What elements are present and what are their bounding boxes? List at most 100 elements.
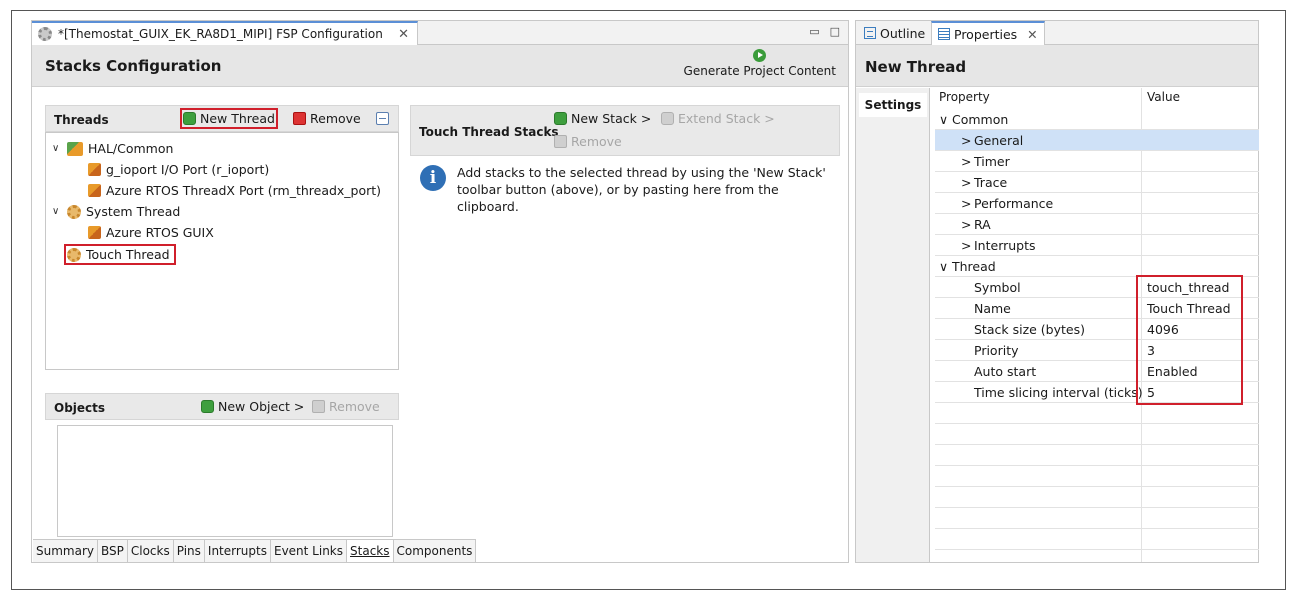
tab-outline[interactable]: Outline	[858, 21, 931, 45]
remove-thread-button[interactable]: Remove	[293, 111, 361, 126]
highlight-box-thread-values	[1136, 275, 1243, 405]
property-name: Trace	[974, 175, 1008, 190]
objects-list	[57, 425, 393, 537]
editor-bottom-tabs: Summary BSP Clocks Pins Interrupts Event…	[33, 539, 477, 563]
property-name: Priority	[974, 343, 1019, 358]
collapse-all-icon	[376, 112, 389, 125]
stacks-title: Touch Thread Stacks	[419, 125, 559, 139]
chevron-right-icon[interactable]: >	[961, 217, 971, 232]
property-name: Common	[952, 112, 1009, 127]
tree-item-threadx-port[interactable]: Azure RTOS ThreadX Port (rm_threadx_port…	[88, 183, 381, 198]
tree-item-hal-common[interactable]: ∨ HAL/Common	[52, 141, 173, 156]
tab-pins[interactable]: Pins	[173, 540, 205, 562]
chevron-right-icon[interactable]: >	[961, 175, 971, 190]
new-thread-label: New Thread	[200, 111, 275, 126]
tree-item-touch-thread[interactable]: Touch Thread	[64, 244, 176, 265]
page-header: Stacks Configuration Generate Project Co…	[32, 45, 848, 87]
module-icon	[88, 226, 101, 239]
tab-interrupts[interactable]: Interrupts	[204, 540, 271, 562]
property-row-empty	[935, 508, 1259, 529]
chevron-right-icon[interactable]: >	[961, 154, 971, 169]
generate-label: Generate Project Content	[683, 64, 836, 78]
property-row-empty	[935, 424, 1259, 445]
extend-stack-button[interactable]: Extend Stack >	[661, 111, 775, 126]
objects-title: Objects	[54, 401, 106, 415]
property-name: General	[974, 133, 1024, 148]
tree-item-g-ioport[interactable]: g_ioport I/O Port (r_ioport)	[88, 162, 269, 177]
hal-common-icon	[67, 141, 83, 156]
tree-item-label: HAL/Common	[88, 141, 174, 156]
thread-gear-icon	[67, 204, 81, 219]
property-row-empty	[935, 466, 1259, 487]
tab-summary[interactable]: Summary	[33, 540, 98, 562]
remove-object-button[interactable]: Remove	[312, 399, 380, 414]
property-row-interrupts[interactable]: > Interrupts	[935, 235, 1259, 256]
window-controls: ▭ □	[809, 25, 840, 38]
editor-tab[interactable]: *[Themostat_GUIX_EK_RA8D1_MIPI] FSP Conf…	[32, 21, 418, 45]
property-name: Performance	[974, 196, 1054, 211]
maximize-icon[interactable]: □	[830, 25, 840, 38]
tab-settings[interactable]: Settings	[859, 93, 927, 117]
remove-icon	[554, 135, 567, 148]
chevron-down-icon[interactable]: ∨	[939, 259, 948, 274]
property-row-empty	[935, 529, 1259, 550]
new-object-button[interactable]: New Object >	[201, 399, 304, 414]
minimize-icon[interactable]: ▭	[809, 25, 819, 38]
property-name: Stack size (bytes)	[974, 322, 1085, 337]
tree-item-label: Touch Thread	[86, 247, 170, 262]
remove-thread-label: Remove	[310, 111, 361, 126]
property-row-thread[interactable]: ∨ Thread	[935, 256, 1259, 277]
close-icon[interactable]: ✕	[398, 27, 409, 42]
tab-clocks[interactable]: Clocks	[127, 540, 174, 562]
collapse-all-button[interactable]	[376, 112, 389, 125]
tab-properties-label: Properties	[954, 26, 1018, 42]
threads-section-header: Threads New Thread Remove	[45, 105, 399, 132]
properties-title: New Thread	[865, 58, 967, 76]
settings-sidebar: Settings	[856, 88, 930, 562]
tab-bsp[interactable]: BSP	[98, 540, 128, 562]
chevron-down-icon[interactable]: ∨	[52, 143, 62, 154]
stacks-section-header: Touch Thread Stacks New Stack > Extend S…	[410, 105, 840, 156]
outline-icon	[864, 27, 876, 39]
property-name: Symbol	[974, 280, 1021, 295]
stacks-info-message: Add stacks to the selected thread by usi…	[457, 165, 826, 214]
new-stack-button[interactable]: New Stack >	[554, 111, 651, 126]
fsp-configuration-editor: *[Themostat_GUIX_EK_RA8D1_MIPI] FSP Conf…	[31, 20, 849, 563]
property-row-general[interactable]: > General	[935, 130, 1259, 151]
chevron-down-icon[interactable]: ∨	[939, 112, 948, 127]
tree-item-label: Azure RTOS GUIX	[106, 225, 214, 240]
property-row-trace[interactable]: > Trace	[935, 172, 1259, 193]
view-tab-bar: Outline Properties ✕	[856, 21, 1258, 45]
add-icon	[554, 112, 567, 125]
tree-item-label: g_ioport I/O Port (r_ioport)	[106, 162, 270, 177]
remove-stack-button[interactable]: Remove	[554, 134, 622, 149]
tab-stacks[interactable]: Stacks	[347, 540, 394, 562]
info-icon: i	[420, 165, 446, 191]
tree-item-label: System Thread	[86, 204, 181, 219]
chevron-down-icon[interactable]: ∨	[52, 206, 62, 217]
tab-components[interactable]: Components	[393, 540, 477, 562]
property-row-performance[interactable]: > Performance	[935, 193, 1259, 214]
property-row-empty	[935, 487, 1259, 508]
close-icon[interactable]: ✕	[1027, 27, 1037, 42]
editor-tab-bar: *[Themostat_GUIX_EK_RA8D1_MIPI] FSP Conf…	[32, 21, 848, 45]
tree-item-system-thread[interactable]: ∨ System Thread	[52, 204, 180, 219]
column-header-property: Property	[939, 90, 990, 104]
property-row-empty	[935, 403, 1259, 424]
new-thread-button[interactable]: New Thread	[180, 108, 278, 129]
property-row-ra[interactable]: > RA	[935, 214, 1259, 235]
new-object-label: New Object >	[218, 399, 305, 414]
property-row-timer[interactable]: > Timer	[935, 151, 1259, 172]
generate-project-content-button[interactable]: Generate Project Content	[684, 49, 836, 78]
tab-properties[interactable]: Properties ✕	[931, 21, 1045, 45]
chevron-right-icon[interactable]: >	[961, 196, 971, 211]
tree-item-azure-rtos-guix[interactable]: Azure RTOS GUIX	[88, 225, 214, 240]
chevron-right-icon[interactable]: >	[961, 238, 971, 253]
chevron-right-icon[interactable]: >	[961, 133, 971, 148]
remove-stack-label: Remove	[571, 134, 622, 149]
remove-icon	[312, 400, 325, 413]
property-row-common[interactable]: ∨ Common	[935, 109, 1259, 130]
tab-event-links[interactable]: Event Links	[270, 540, 348, 562]
threads-tree: ∨ HAL/Common g_ioport I/O Port (r_ioport…	[45, 132, 399, 370]
objects-section-header: Objects New Object > Remove	[45, 393, 399, 420]
